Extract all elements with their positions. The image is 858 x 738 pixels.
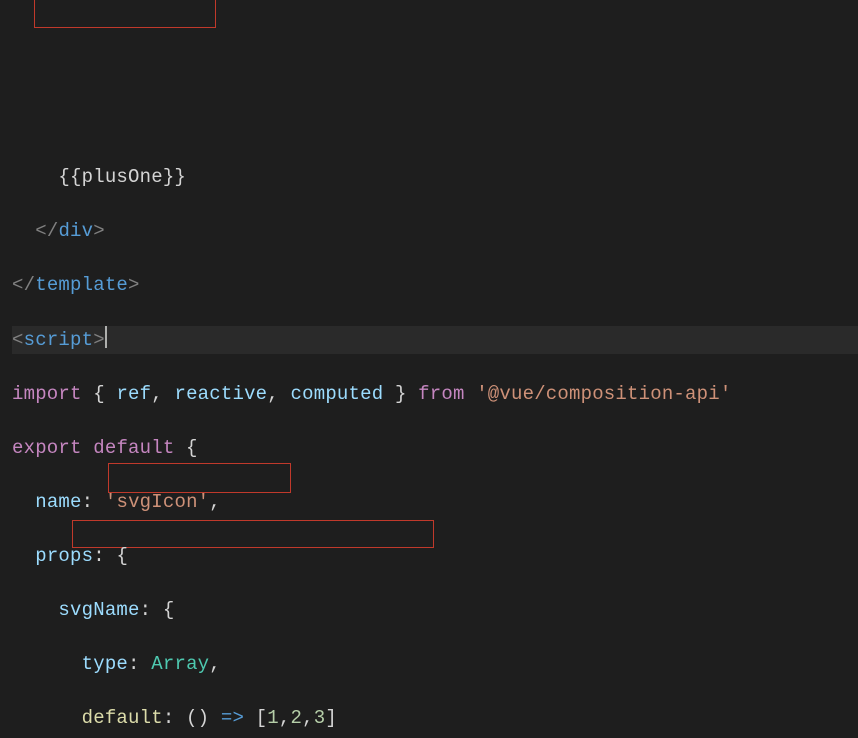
- code-line: export default {: [12, 435, 858, 462]
- code-line: name: 'svgIcon',: [12, 489, 858, 516]
- code-line: {{plusOne}}: [12, 164, 858, 191]
- highlight-box-plusone: [34, 0, 216, 28]
- code-line: svgName: {: [12, 597, 858, 624]
- code-line: import { ref, reactive, computed } from …: [12, 381, 858, 408]
- code-line: type: Array,: [12, 651, 858, 678]
- code-line: </div>: [12, 218, 858, 245]
- code-line-active: <script>: [12, 326, 858, 354]
- code-line: </template>: [12, 272, 858, 299]
- code-line: default: () => [1,2,3]: [12, 705, 858, 732]
- text-cursor: [105, 326, 107, 348]
- code-line: props: {: [12, 543, 858, 570]
- code-editor[interactable]: {{plusOne}} </div> </template> <script> …: [0, 0, 858, 738]
